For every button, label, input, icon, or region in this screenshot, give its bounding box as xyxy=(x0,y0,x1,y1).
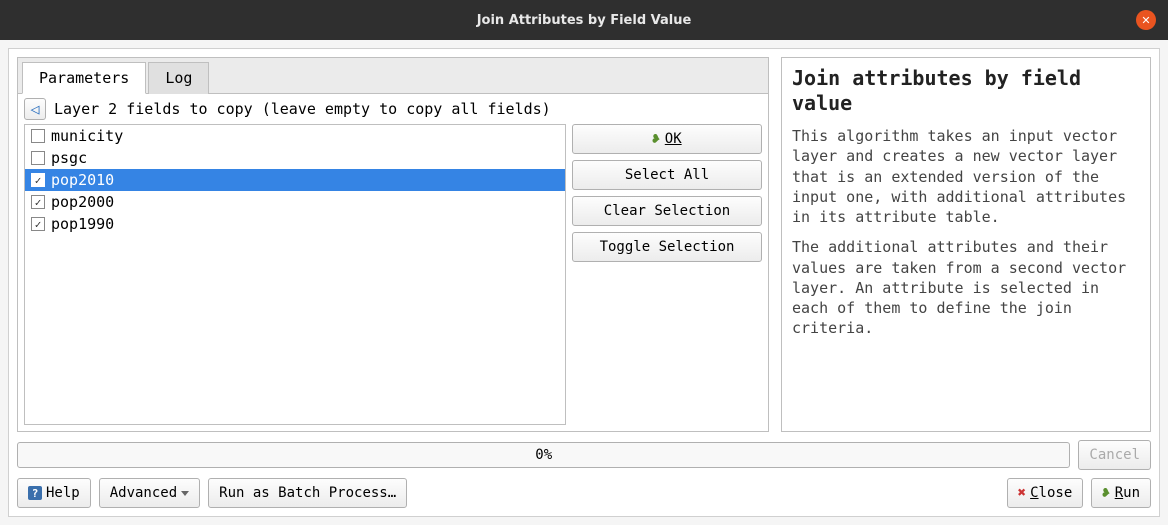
tab-bar: Parameters Log xyxy=(18,58,768,94)
batch-label: Run as Batch Process… xyxy=(219,485,396,501)
checkbox-icon[interactable] xyxy=(31,129,45,143)
subheader: ◁ Layer 2 fields to copy (leave empty to… xyxy=(18,94,768,124)
help-paragraph-2: The additional attributes and their valu… xyxy=(792,237,1140,338)
field-row[interactable]: psgc xyxy=(25,147,565,169)
select-all-button[interactable]: Select All xyxy=(572,160,762,190)
progress-bar: 0% xyxy=(17,442,1070,468)
back-button[interactable]: ◁ xyxy=(24,98,46,120)
content-area: Parameters Log ◁ Layer 2 fields to copy … xyxy=(8,48,1160,517)
select-all-label: Select All xyxy=(625,167,709,183)
chevron-down-icon xyxy=(181,491,189,496)
triangle-left-icon: ◁ xyxy=(30,100,39,118)
help-paragraph-1: This algorithm takes an input vector lay… xyxy=(792,126,1140,227)
checkbox-icon[interactable] xyxy=(31,151,45,165)
close-icon: ✕ xyxy=(1141,14,1150,27)
checkbox-icon[interactable]: ✓ xyxy=(31,217,45,231)
field-row[interactable]: ✓ pop2000 xyxy=(25,191,565,213)
cancel-label: Cancel xyxy=(1089,447,1140,463)
bottom-row: ? Help Advanced Run as Batch Process… ✖ … xyxy=(17,478,1151,508)
cancel-button: Cancel xyxy=(1078,440,1151,470)
clear-selection-button[interactable]: Clear Selection xyxy=(572,196,762,226)
ok-label: OK xyxy=(665,131,682,147)
close-button[interactable]: ✖ Close xyxy=(1007,478,1084,508)
close-x-icon: ✖ xyxy=(1018,485,1026,501)
advanced-label: Advanced xyxy=(110,485,177,501)
checkbox-icon[interactable]: ✓ xyxy=(31,195,45,209)
tab-parameters[interactable]: Parameters xyxy=(22,62,146,94)
side-buttons: ❥ OK Select All Clear Selection Toggle S… xyxy=(572,124,762,425)
left-panel: Parameters Log ◁ Layer 2 fields to copy … xyxy=(17,57,769,432)
close-label-rest: lose xyxy=(1039,485,1073,501)
help-panel: Join attributes by field value This algo… xyxy=(781,57,1151,432)
tab-parameters-label: Parameters xyxy=(39,69,129,87)
window-close-button[interactable]: ✕ xyxy=(1136,10,1156,30)
field-label: pop2000 xyxy=(51,193,114,211)
tab-log-label: Log xyxy=(165,69,192,87)
dialog-window: Join Attributes by Field Value ✕ Paramet… xyxy=(0,0,1168,525)
help-title: Join attributes by field value xyxy=(792,66,1140,116)
field-label: pop1990 xyxy=(51,215,114,233)
run-batch-button[interactable]: Run as Batch Process… xyxy=(208,478,407,508)
help-label: Help xyxy=(46,485,80,501)
params-body: municity psgc ✓ pop2010 ✓ pop2000 ✓ pop1990 ❥ O… xyxy=(18,124,768,431)
run-label-rest: un xyxy=(1123,485,1140,501)
clear-label: Clear Selection xyxy=(604,203,730,219)
checkbox-icon[interactable]: ✓ xyxy=(31,173,45,187)
progress-row: 0% Cancel xyxy=(17,440,1151,470)
field-row[interactable]: ✓ pop1990 xyxy=(25,213,565,235)
field-label: municity xyxy=(51,127,123,145)
field-row[interactable]: ✓ pop2010 xyxy=(25,169,565,191)
ok-button[interactable]: ❥ OK xyxy=(572,124,762,154)
title-bar: Join Attributes by Field Value ✕ xyxy=(0,0,1168,40)
run-icon: ❥ xyxy=(1101,484,1112,501)
tab-log[interactable]: Log xyxy=(148,62,209,94)
progress-text: 0% xyxy=(535,447,552,463)
help-icon: ? xyxy=(28,486,42,500)
field-label: psgc xyxy=(51,149,87,167)
help-button[interactable]: ? Help xyxy=(17,478,91,508)
window-title: Join Attributes by Field Value xyxy=(477,13,692,28)
field-label: pop2010 xyxy=(51,171,114,189)
field-row[interactable]: municity xyxy=(25,125,565,147)
top-row: Parameters Log ◁ Layer 2 fields to copy … xyxy=(17,57,1151,432)
fields-label: Layer 2 fields to copy (leave empty to c… xyxy=(54,100,551,118)
run-button[interactable]: ❥ Run xyxy=(1091,478,1151,508)
toggle-label: Toggle Selection xyxy=(600,239,735,255)
ok-icon: ❥ xyxy=(651,130,662,147)
advanced-button[interactable]: Advanced xyxy=(99,478,200,508)
toggle-selection-button[interactable]: Toggle Selection xyxy=(572,232,762,262)
field-list[interactable]: municity psgc ✓ pop2010 ✓ pop2000 ✓ pop1990 xyxy=(24,124,566,425)
